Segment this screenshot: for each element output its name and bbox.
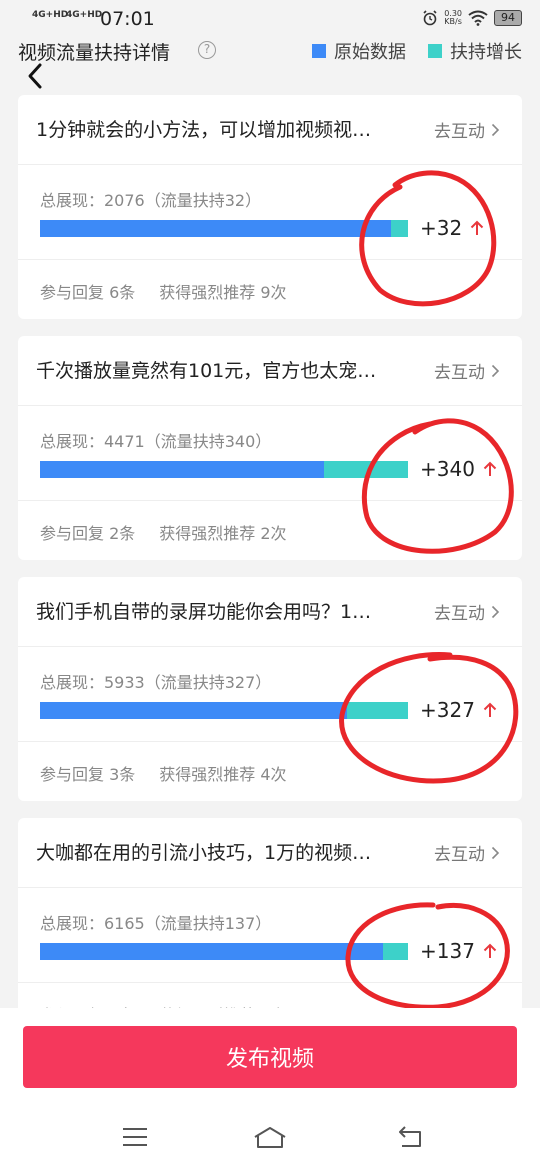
- total-impressions: 总展现：4471（流量扶持340）: [40, 432, 272, 451]
- video-card: 我们手机自带的录屏功能你会用吗？1… 去互动 总展现：5933（流量扶持327）…: [18, 577, 522, 801]
- battery-icon: 94: [494, 10, 522, 26]
- back-arrow-icon[interactable]: [24, 62, 48, 90]
- up-arrow-icon: [471, 220, 484, 235]
- card-header[interactable]: 大咖都在用的引流小技巧，1万的视频… 去互动: [18, 818, 522, 888]
- video-title: 千次播放量竟然有101元，官方也太宠…: [36, 360, 377, 382]
- legend-swatch-boost: [428, 44, 442, 58]
- card-footer: 参与回复 3条 获得强烈推荐 4次: [40, 761, 287, 785]
- total-impressions: 总展现：5933（流量扶持327）: [40, 673, 272, 692]
- chevron-right-icon: [491, 605, 500, 618]
- up-arrow-icon: [483, 943, 497, 958]
- bar-original: [40, 220, 391, 237]
- increase-indicator: +137: [420, 939, 497, 963]
- card-divider: [18, 500, 522, 501]
- card-footer: 参与回复 2条 获得强烈推荐 2次: [40, 520, 287, 544]
- legend-item-boost: 扶持增长: [428, 38, 522, 64]
- increase-value: +32: [420, 216, 463, 240]
- bar-original: [40, 702, 348, 719]
- go-interact-label: 去互动: [434, 845, 485, 865]
- reply-count: 参与回复 6条: [40, 283, 136, 302]
- go-interact-link[interactable]: 去互动: [434, 840, 500, 865]
- video-card: 千次播放量竟然有101元，官方也太宠… 去互动 总展现：4471（流量扶持340…: [18, 336, 522, 560]
- go-interact-label: 去互动: [434, 604, 485, 624]
- help-icon[interactable]: ?: [198, 41, 216, 59]
- reply-count: 参与回复 2条: [40, 524, 136, 543]
- recommend-count: 获得强烈推荐 9次: [159, 283, 287, 302]
- video-title: 1分钟就会的小方法，可以增加视频视…: [36, 119, 372, 141]
- video-title: 大咖都在用的引流小技巧，1万的视频…: [36, 842, 372, 864]
- network-indicator-1: 4G+HD: [32, 10, 69, 20]
- video-title: 我们手机自带的录屏功能你会用吗？1…: [36, 601, 372, 623]
- total-impressions: 总展现：2076（流量扶持32）: [40, 191, 262, 210]
- card-header[interactable]: 千次播放量竟然有101元，官方也太宠… 去互动: [18, 336, 522, 406]
- menu-icon[interactable]: [120, 1124, 150, 1150]
- go-interact-link[interactable]: 去互动: [434, 358, 500, 383]
- chevron-right-icon: [491, 123, 500, 136]
- status-time: 07:01: [100, 8, 155, 30]
- go-interact-link[interactable]: 去互动: [434, 117, 500, 142]
- bar-boost: [324, 461, 408, 478]
- legend-label-original: 原始数据: [334, 42, 406, 63]
- increase-value: +327: [420, 698, 475, 722]
- back-icon[interactable]: [396, 1124, 426, 1150]
- recommend-count: 获得强烈推荐 2次: [159, 524, 287, 543]
- system-nav-bar: [0, 1120, 540, 1160]
- bottom-bar: 发布视频: [0, 1008, 540, 1170]
- card-divider: [18, 259, 522, 260]
- go-interact-label: 去互动: [434, 363, 485, 383]
- legend-label-boost: 扶持增长: [450, 42, 522, 63]
- card-divider: [18, 741, 522, 742]
- alarm-icon: [423, 10, 437, 26]
- up-arrow-icon: [483, 461, 497, 476]
- page-title: 视频流量扶持详情: [18, 42, 171, 64]
- card-header[interactable]: 1分钟就会的小方法，可以增加视频视… 去互动: [18, 95, 522, 165]
- header: 视频流量扶持详情 ? 原始数据 扶持增长: [0, 34, 540, 94]
- increase-indicator: +32: [420, 216, 484, 240]
- card-divider: [18, 982, 522, 983]
- reply-count: 参与回复 3条: [40, 765, 136, 784]
- increase-indicator: +340: [420, 457, 497, 481]
- up-arrow-icon: [483, 702, 497, 717]
- chevron-right-icon: [491, 846, 500, 859]
- chevron-right-icon: [491, 364, 500, 377]
- network-speed-unit: KB/s: [444, 17, 462, 26]
- wifi-icon: [468, 10, 488, 26]
- video-card: 1分钟就会的小方法，可以增加视频视… 去互动 总展现：2076（流量扶持32） …: [18, 95, 522, 319]
- bar-boost: [347, 702, 408, 719]
- bar-boost: [390, 220, 408, 237]
- bar-boost: [383, 943, 408, 960]
- network-indicator-2: 4G+HD: [66, 10, 103, 20]
- publish-video-button[interactable]: 发布视频: [23, 1026, 517, 1088]
- network-speed: 0.30 KB/s: [444, 10, 462, 26]
- bar-original: [40, 461, 325, 478]
- card-footer: 参与回复 6条 获得强烈推荐 9次: [40, 279, 287, 303]
- go-interact-label: 去互动: [434, 122, 485, 142]
- legend: 原始数据 扶持增长: [312, 38, 522, 64]
- card-header[interactable]: 我们手机自带的录屏功能你会用吗？1… 去互动: [18, 577, 522, 647]
- total-impressions: 总展现：6165（流量扶持137）: [40, 914, 272, 933]
- legend-item-original: 原始数据: [312, 38, 406, 64]
- impression-bar: [40, 943, 408, 960]
- status-right-group: 0.30 KB/s 94: [422, 10, 522, 26]
- increase-value: +340: [420, 457, 475, 481]
- home-icon[interactable]: [252, 1124, 288, 1150]
- increase-indicator: +327: [420, 698, 497, 722]
- impression-bar: [40, 220, 408, 237]
- legend-swatch-original: [312, 44, 326, 58]
- impression-bar: [40, 461, 408, 478]
- go-interact-link[interactable]: 去互动: [434, 599, 500, 624]
- impression-bar: [40, 702, 408, 719]
- recommend-count: 获得强烈推荐 4次: [159, 765, 287, 784]
- increase-value: +137: [420, 939, 475, 963]
- bar-original: [40, 943, 384, 960]
